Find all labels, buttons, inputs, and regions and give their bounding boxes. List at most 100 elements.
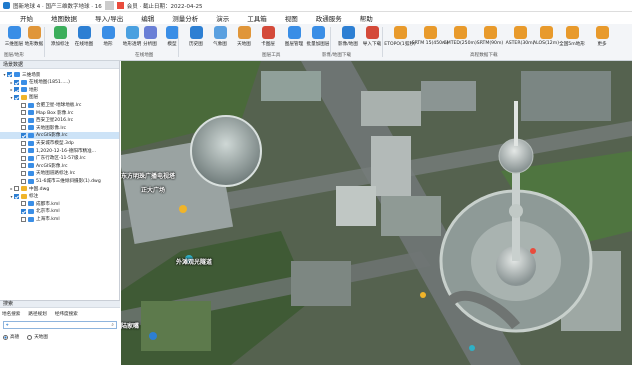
layer-checkbox[interactable] bbox=[21, 178, 26, 184]
ribbon-button-label: GMTED(250m) bbox=[443, 41, 477, 46]
layer-checkbox[interactable] bbox=[14, 193, 19, 199]
layer-checkbox[interactable] bbox=[14, 186, 19, 192]
tree-item[interactable]: ▾ 图层 bbox=[0, 94, 119, 101]
tree-item[interactable]: 天地图道路标注.lrc bbox=[0, 170, 119, 177]
tree-item[interactable]: ArcGIS影像.lrc bbox=[0, 162, 119, 169]
layer-checkbox[interactable] bbox=[21, 163, 26, 169]
menu-demo[interactable]: 演示 bbox=[216, 13, 229, 23]
ribbon-button-15[interactable]: 导入下载 bbox=[360, 26, 384, 47]
tree-item-label: ArcGIS影像.lrc bbox=[36, 133, 68, 139]
tree-item-label: 天地图影像.lrc bbox=[36, 125, 67, 131]
layer-checkbox[interactable] bbox=[21, 117, 26, 123]
tab-latlon-search[interactable]: 经纬度搜索 bbox=[55, 311, 78, 317]
ribbon-button-16[interactable]: ETOPO(1弧秒) bbox=[384, 26, 416, 47]
ribbon-button-18[interactable]: GMTED(250m) bbox=[443, 26, 477, 46]
ribbon-button-2[interactable]: 添加标注 bbox=[48, 26, 72, 47]
ribbon-button-10[interactable]: 天地图 bbox=[232, 26, 256, 47]
layer-checkbox[interactable] bbox=[21, 140, 26, 146]
ribbon-button-4[interactable]: 地形 bbox=[96, 26, 120, 47]
ribbon-button-14[interactable]: 影像/地图 bbox=[336, 26, 360, 47]
tree-item[interactable]: Map Box 影像.lrc bbox=[0, 109, 119, 116]
ribbon-button-label: 更多 bbox=[597, 42, 607, 47]
layer-checkbox[interactable] bbox=[21, 110, 26, 116]
layer-checkbox[interactable] bbox=[14, 87, 19, 93]
ribbon-button-13[interactable]: 批量加图层 bbox=[306, 26, 330, 47]
radio-tianditu[interactable]: 天地图 bbox=[27, 334, 48, 340]
tree-item[interactable]: ArcGIS影像.lrc bbox=[0, 131, 119, 140]
tree-item[interactable]: 天安城市模型.3dp bbox=[0, 139, 119, 146]
tree-item[interactable]: ▾ 标注 bbox=[0, 193, 119, 200]
tree-item[interactable]: 西安卫星2016.lrc bbox=[0, 117, 119, 124]
tab-route-planning[interactable]: 路径规划 bbox=[28, 311, 46, 317]
avatar[interactable] bbox=[104, 1, 114, 10]
layer-type-icon bbox=[28, 102, 34, 108]
ribbon-button-7[interactable]: 模型 bbox=[160, 26, 184, 47]
ribbon-icon bbox=[143, 26, 157, 39]
tree-item[interactable]: ▸ 中国.dwg bbox=[0, 185, 119, 192]
radio-dot bbox=[27, 334, 33, 340]
tab-place-search[interactable]: 地名搜索 bbox=[2, 311, 20, 317]
search-input[interactable]: ⌖ ⌕ bbox=[3, 321, 117, 329]
ribbon-button-label: 图层管理 bbox=[284, 42, 304, 47]
layer-checkbox[interactable] bbox=[21, 170, 26, 176]
tree-item[interactable]: 成都市.kml bbox=[0, 200, 119, 207]
ribbon-button-21[interactable]: ALOS(12m) bbox=[533, 26, 559, 46]
ribbon-button-20[interactable]: ASTER(30m) bbox=[506, 26, 534, 46]
tree-item[interactable]: 北京市.kml bbox=[0, 208, 119, 215]
ribbon-button-12[interactable]: 图层管理 bbox=[282, 26, 306, 47]
tree-item[interactable]: 上海市.kml bbox=[0, 215, 119, 222]
ribbon-icon bbox=[539, 26, 553, 39]
layer-checkbox[interactable] bbox=[7, 72, 12, 78]
tree-item[interactable]: 1,2020-12-16-德阳市精准... bbox=[0, 147, 119, 154]
menu-measure[interactable]: 测量分析 bbox=[172, 13, 198, 23]
menu-toolbox[interactable]: 工具箱 bbox=[247, 13, 267, 23]
tree-item[interactable]: 天地图影像.lrc bbox=[0, 124, 119, 131]
account-info: 会员 · 截止日期：2022-04-25 bbox=[126, 3, 203, 10]
layer-tree: ▾ 三维场景 ▸ 在线地图(1851.....) ▸ 地形 ▾ 图层 合肥卫星-地球地板.lrc… bbox=[0, 69, 119, 299]
menu-gov-service[interactable]: 政通服务 bbox=[316, 13, 342, 23]
radio-amap[interactable]: 高德 bbox=[3, 334, 19, 340]
ribbon-separator bbox=[382, 27, 383, 57]
layer-checkbox[interactable] bbox=[21, 216, 26, 222]
layer-checkbox[interactable] bbox=[21, 132, 26, 138]
menu-start[interactable]: 开始 bbox=[20, 13, 33, 23]
ribbon-button-1[interactable]: 地形数据 bbox=[22, 26, 46, 47]
ribbon-button-23[interactable]: 更多 bbox=[590, 26, 614, 47]
search-icon[interactable]: ⌕ bbox=[111, 322, 114, 328]
ribbon-icon bbox=[53, 26, 67, 39]
tree-item[interactable]: 广东行政区-11-57级.lrc bbox=[0, 155, 119, 162]
layer-checkbox[interactable] bbox=[21, 125, 26, 131]
tree-item-label: 1,2020-12-16-德阳市精准... bbox=[36, 148, 97, 154]
layer-checkbox[interactable] bbox=[14, 94, 19, 100]
layer-checkbox[interactable] bbox=[21, 208, 26, 214]
ribbon-button-11[interactable]: 卡图层 bbox=[256, 26, 280, 47]
tree-item[interactable]: ▸ 在线地图(1851.....) bbox=[0, 79, 119, 86]
ribbon-button-8[interactable]: 历史图 bbox=[184, 26, 208, 47]
ribbon-button-17[interactable]: SRTM 15(450m) bbox=[412, 26, 448, 46]
menu-map-data[interactable]: 地图数据 bbox=[51, 13, 77, 23]
menu-help[interactable]: 帮助 bbox=[360, 13, 373, 23]
layer-checkbox[interactable] bbox=[14, 79, 19, 85]
layer-checkbox[interactable] bbox=[21, 201, 26, 207]
layer-checkbox[interactable] bbox=[21, 155, 26, 161]
layer-type-icon bbox=[28, 216, 34, 222]
map-view[interactable]: 东方明珠广播电视塔 正大广场 外滩观光隧道 陆家嘴 bbox=[121, 61, 632, 365]
map-label: 陆家嘴 bbox=[121, 323, 140, 330]
ribbon-button-6[interactable]: 分析图 bbox=[138, 26, 162, 47]
ribbon-icon bbox=[165, 26, 179, 39]
tree-item[interactable]: ▾ 三维场景 bbox=[0, 71, 119, 78]
menu-edit[interactable]: 编辑 bbox=[141, 13, 154, 23]
menu-view[interactable]: 视图 bbox=[285, 13, 298, 23]
ribbon-button-22[interactable]: 全国5m地形 bbox=[559, 26, 585, 47]
search-tabs: 地名搜索 路径规划 经纬度搜索 bbox=[0, 308, 120, 317]
ribbon-button-19[interactable]: SRTM(90m) bbox=[477, 26, 503, 46]
ribbon-button-3[interactable]: 在线地图 bbox=[72, 26, 96, 47]
ribbon-button-9[interactable]: 气象图 bbox=[208, 26, 232, 47]
tree-item[interactable]: ▸ 地形 bbox=[0, 86, 119, 93]
menu-import-export[interactable]: 导入/导出 bbox=[95, 13, 123, 23]
tree-item[interactable]: 合肥卫星-地球地板.lrc bbox=[0, 101, 119, 108]
tree-item[interactable]: 51-6城市三维倾斜摄影(1).dwg bbox=[0, 177, 119, 184]
layer-checkbox[interactable] bbox=[21, 148, 26, 154]
tree-item-label: 成都市.kml bbox=[36, 201, 60, 207]
layer-checkbox[interactable] bbox=[21, 102, 26, 108]
